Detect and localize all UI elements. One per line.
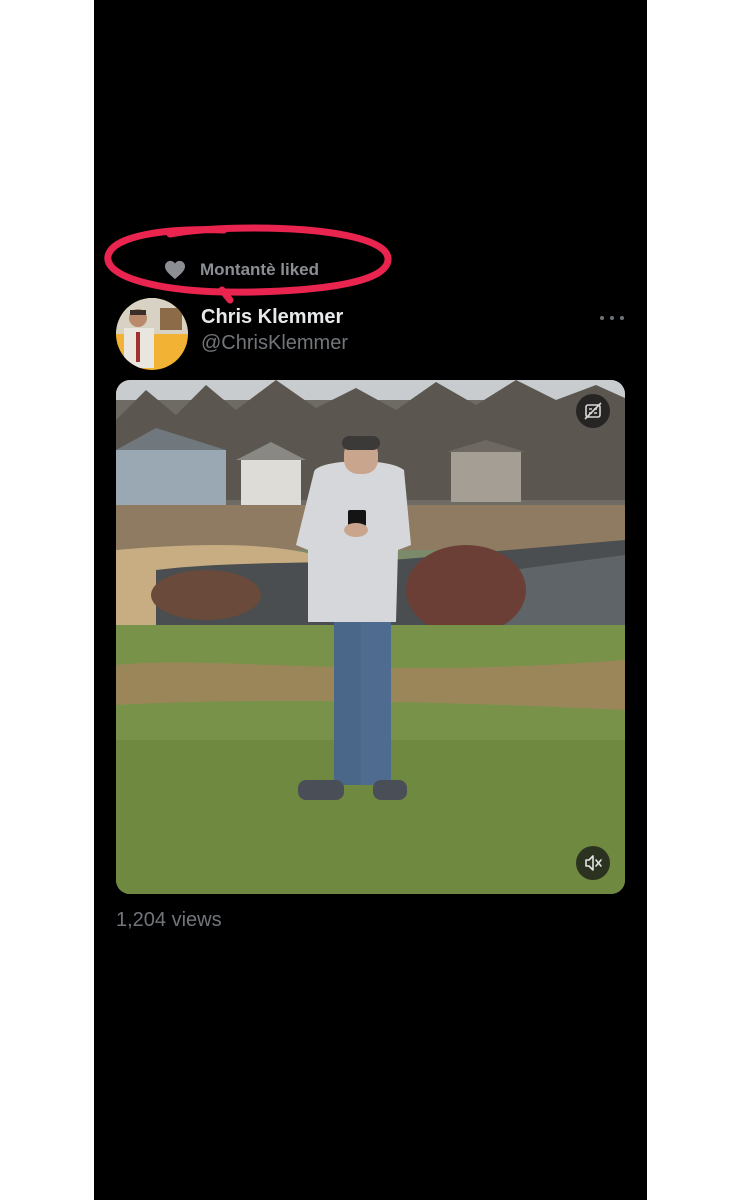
author-handle[interactable]: @ChrisKlemmer: [201, 332, 348, 355]
more-horizontal-icon[interactable]: [600, 308, 624, 328]
captions-off-icon[interactable]: [576, 394, 610, 428]
volume-muted-icon[interactable]: [576, 846, 610, 880]
phone-screen: Montantè liked Chris Klemmer @ChrisKlemm…: [94, 0, 647, 1200]
social-context-label: Montantè liked: [200, 260, 320, 279]
video-frame: [116, 380, 625, 894]
avatar-image: [116, 298, 188, 370]
social-context[interactable]: Montantè liked: [164, 258, 319, 282]
view-count: 1,204 views: [116, 909, 222, 931]
avatar[interactable]: [116, 298, 188, 370]
video-player[interactable]: [116, 380, 625, 894]
heart-icon: [165, 260, 185, 280]
author-name[interactable]: Chris Klemmer: [201, 306, 343, 329]
